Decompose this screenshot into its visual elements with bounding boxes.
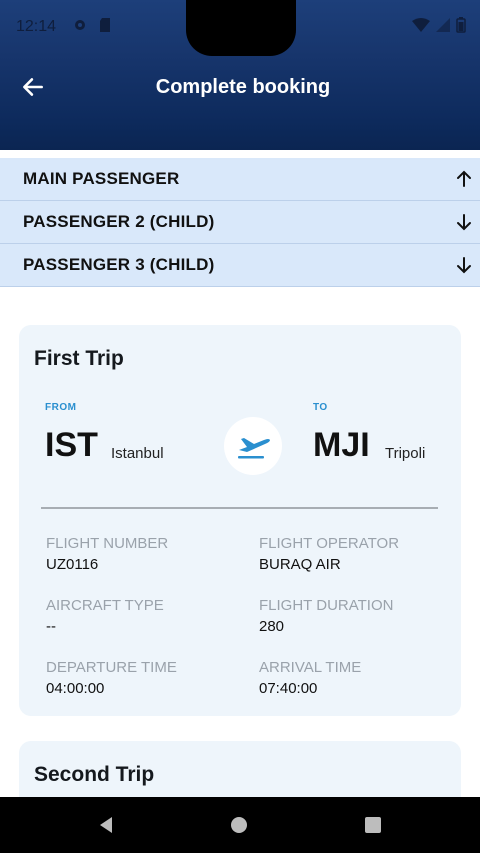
arrow-down-icon[interactable] bbox=[454, 212, 474, 232]
departure-time-label: DEPARTURE TIME bbox=[46, 659, 177, 676]
sd-card-icon bbox=[100, 18, 110, 32]
aircraft-type-label: AIRCRAFT TYPE bbox=[46, 597, 164, 614]
signal-icon bbox=[436, 18, 450, 32]
arrival-time-label: ARRIVAL TIME bbox=[259, 659, 362, 676]
nav-recents-icon[interactable] bbox=[363, 815, 383, 835]
flight-number-value: UZ0116 bbox=[46, 556, 99, 573]
flight-duration-label: FLIGHT DURATION bbox=[259, 597, 394, 614]
plane-badge bbox=[224, 417, 282, 475]
status-time: 12:14 bbox=[16, 18, 57, 35]
page-title: Complete booking bbox=[155, 76, 331, 98]
accordion-passenger-3[interactable]: PASSENGER 3 (CHILD) bbox=[0, 244, 480, 287]
nav-home-icon[interactable] bbox=[229, 815, 249, 835]
accordion-label: MAIN PASSENGER bbox=[23, 169, 180, 188]
accordion-passenger-2[interactable]: PASSENGER 2 (CHILD) bbox=[0, 201, 480, 244]
to-label: TO bbox=[313, 402, 328, 413]
flight-operator-label: FLIGHT OPERATOR bbox=[259, 535, 400, 552]
divider bbox=[41, 507, 438, 509]
arrow-down-icon[interactable] bbox=[454, 255, 474, 275]
arrival-time-value: 07:40:00 bbox=[259, 680, 318, 697]
trip-title: First Trip bbox=[34, 347, 124, 370]
wifi-icon bbox=[412, 18, 430, 32]
accordion-label: PASSENGER 3 (CHILD) bbox=[23, 255, 215, 274]
accordion-main-passenger[interactable]: MAIN PASSENGER bbox=[0, 158, 480, 201]
from-city: Istanbul bbox=[111, 445, 164, 462]
battery-icon bbox=[456, 17, 466, 33]
plane-takeoff-icon bbox=[238, 438, 270, 459]
arrow-up-icon[interactable] bbox=[454, 169, 474, 189]
flight-operator-value: BURAQ AIR bbox=[259, 556, 341, 573]
departure-time-value: 04:00:00 bbox=[46, 680, 105, 697]
passenger-accordion: MAIN PASSENGER PASSENGER 2 (CHILD) PASSE… bbox=[0, 158, 480, 287]
status-right-icons bbox=[412, 17, 466, 33]
trip-title: Second Trip bbox=[34, 763, 155, 786]
nav-back-icon[interactable] bbox=[96, 815, 116, 835]
to-airport-code: MJI bbox=[313, 426, 370, 464]
from-airport-code: IST bbox=[45, 426, 98, 464]
from-label: FROM bbox=[45, 402, 77, 413]
app-bar: Complete booking bbox=[0, 56, 480, 150]
aircraft-type-value: -- bbox=[46, 618, 56, 635]
to-city: Tripoli bbox=[385, 445, 426, 462]
flight-duration-value: 280 bbox=[259, 618, 285, 635]
trip-card: First Trip FROM IST Istanbul TO MJI Trip… bbox=[19, 325, 461, 716]
accordion-label: PASSENGER 2 (CHILD) bbox=[23, 212, 215, 231]
status-bar: 12:14 bbox=[0, 0, 480, 56]
camera-notch bbox=[186, 0, 296, 56]
settings-icon bbox=[75, 20, 85, 30]
flight-number-label: FLIGHT NUMBER bbox=[46, 535, 169, 552]
system-nav-bar bbox=[0, 797, 480, 853]
status-left-icons bbox=[72, 17, 112, 33]
